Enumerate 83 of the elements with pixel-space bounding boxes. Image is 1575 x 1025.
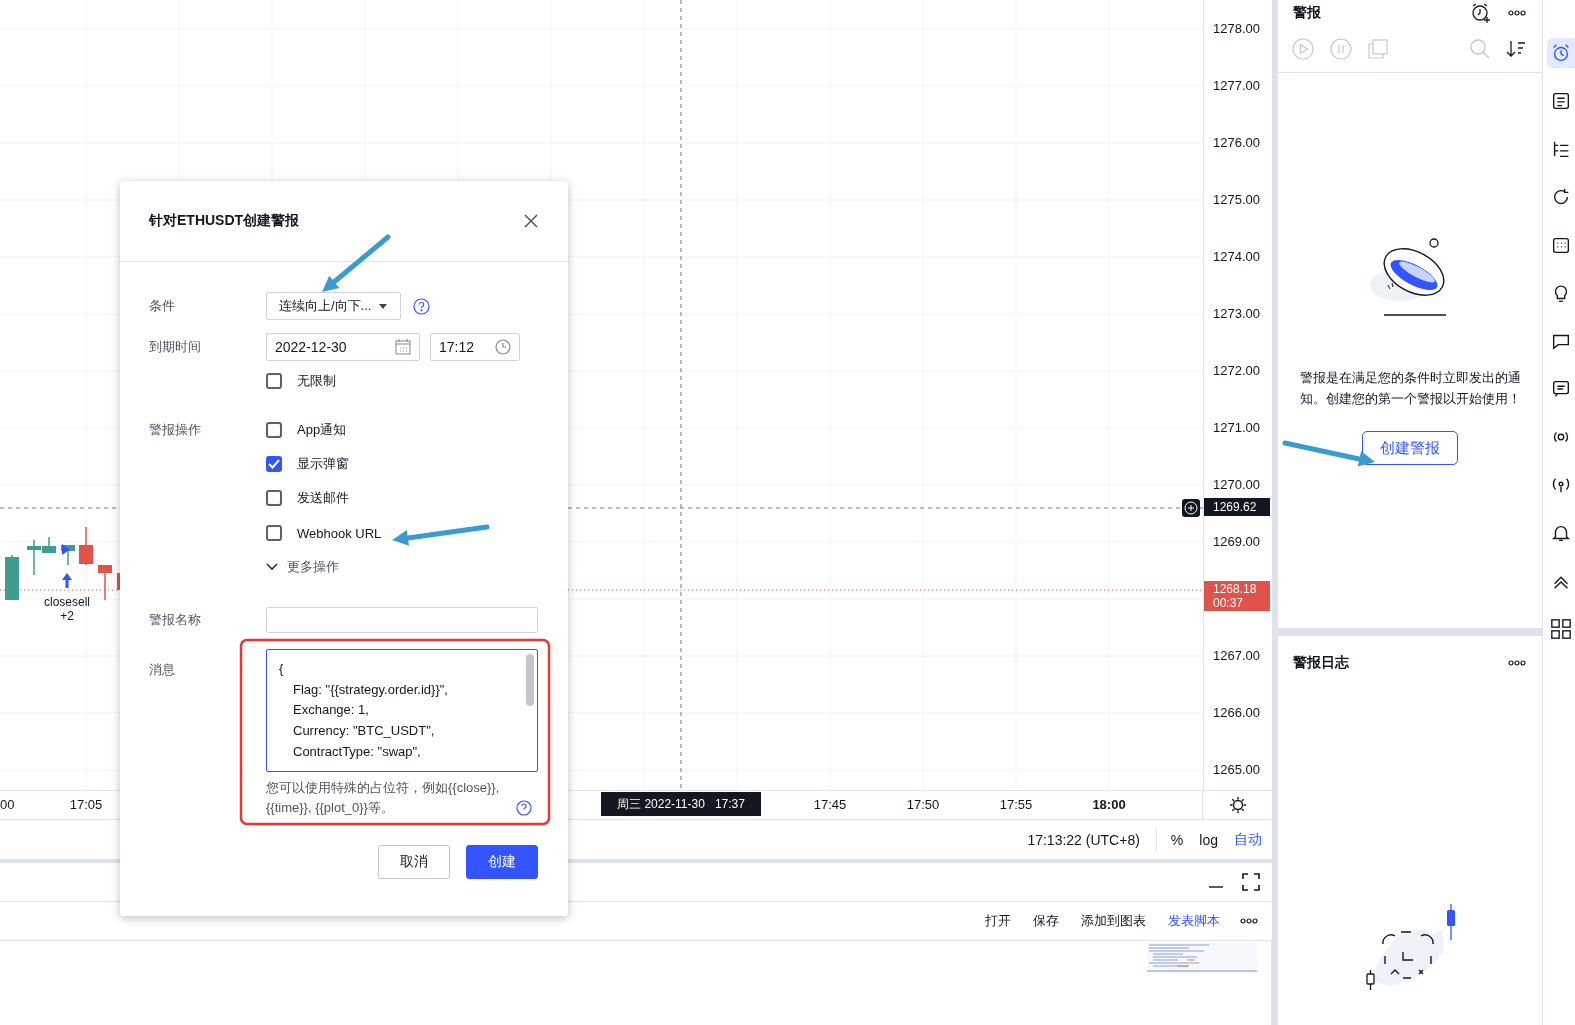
checkbox[interactable] bbox=[266, 456, 282, 472]
fullscreen-icon[interactable] bbox=[1242, 873, 1260, 891]
time-label: 17:45 bbox=[813, 797, 847, 812]
price-label: 1277.00 bbox=[1213, 78, 1260, 93]
condition-dropdown[interactable]: 连续向上/向下... bbox=[266, 292, 401, 320]
scale-toggle[interactable]: % bbox=[1168, 831, 1186, 848]
checkbox-label: App通知 bbox=[297, 421, 347, 439]
empty-message: 警报是在满足您的条件时立即发出的通知。创建您的第一个警报以开始使用！ bbox=[1298, 369, 1522, 408]
price-label: 1275.00 bbox=[1213, 192, 1260, 207]
crosshair-time: 周三 2022-11-30 17:37 bbox=[601, 792, 761, 816]
panel-title: 警报 bbox=[1293, 4, 1322, 22]
close-icon[interactable] bbox=[524, 214, 538, 228]
field-label: 到期时间 bbox=[149, 338, 202, 356]
price-label: 1270.00 bbox=[1213, 477, 1260, 492]
field-label: 警报名称 bbox=[149, 611, 202, 629]
more-icon[interactable] bbox=[1508, 10, 1527, 16]
list-icon bbox=[1550, 90, 1572, 112]
editor-action[interactable]: 添加到图表 bbox=[1071, 912, 1156, 930]
chevron-down-icon bbox=[266, 563, 278, 571]
signal-label: closesell bbox=[44, 595, 90, 609]
more-icon[interactable] bbox=[1240, 918, 1258, 924]
time-label: 18:00 bbox=[1092, 797, 1126, 812]
countdown: 00:37 bbox=[1213, 596, 1245, 610]
crosshair-price: 1269.62 bbox=[1204, 498, 1270, 516]
price-label: 1265.00 bbox=[1213, 762, 1260, 777]
time-label: 17:05 bbox=[69, 797, 103, 812]
signal-arrow-icon bbox=[62, 573, 72, 588]
checkbox[interactable] bbox=[266, 373, 282, 389]
price-label: 1266.00 bbox=[1213, 705, 1260, 720]
checkbox-label: 显示弹窗 bbox=[297, 455, 349, 473]
clock-text: 17:13:22 (UTC+8) bbox=[1027, 831, 1140, 848]
price-label: 1271.00 bbox=[1213, 420, 1260, 435]
scale-toggle[interactable]: log bbox=[1197, 831, 1220, 848]
checkbox[interactable] bbox=[266, 422, 282, 438]
alert-name-field[interactable] bbox=[266, 607, 538, 633]
last-price: 1268.18 bbox=[1213, 582, 1258, 596]
checkbox[interactable] bbox=[266, 490, 282, 506]
sort-icon[interactable] bbox=[1506, 40, 1527, 58]
caret-icon bbox=[379, 303, 388, 309]
price-label: 1274.00 bbox=[1213, 249, 1260, 264]
dialog-button[interactable]: 取消 bbox=[378, 845, 450, 879]
settings-icon[interactable] bbox=[1228, 796, 1247, 814]
signal-triangle-icon bbox=[62, 544, 70, 555]
panel-title: 警报日志 bbox=[1293, 654, 1350, 672]
field-label: 条件 bbox=[149, 297, 176, 315]
more-icon[interactable] bbox=[1508, 660, 1527, 666]
time-label: 17:50 bbox=[906, 797, 940, 812]
signal-count: +2 bbox=[60, 609, 74, 623]
crosshair-add-icon[interactable] bbox=[1182, 499, 1200, 517]
scale-toggle[interactable]: 自动 bbox=[1232, 830, 1264, 849]
message-field[interactable]: { Flag: "{{strategy.order.id}}", Exchange: 1, Currency: "BTC_USDT", ContractType: "swap", bbox=[266, 649, 538, 772]
price-label: 1269.00 bbox=[1213, 534, 1260, 549]
checkbox-label: Webhook URL bbox=[297, 525, 382, 541]
field-label: 消息 bbox=[149, 661, 176, 679]
create-alert-button[interactable]: 创建警报 bbox=[1362, 431, 1459, 465]
checkbox-label: 无限制 bbox=[297, 372, 336, 390]
price-label: 1273.00 bbox=[1213, 306, 1260, 321]
help-icon[interactable] bbox=[413, 297, 430, 315]
field-label: 警报操作 bbox=[149, 422, 201, 437]
hint-text: 您可以使用特殊的占位符，例如{{close}}, {{time}}, {{plot_0}}等。 bbox=[266, 779, 501, 817]
editor-action[interactable]: 保存 bbox=[1023, 912, 1069, 930]
clock-icon bbox=[495, 339, 511, 355]
help-icon[interactable] bbox=[516, 800, 532, 816]
editor-action[interactable]: 打开 bbox=[975, 912, 1021, 930]
annotation-arrow bbox=[322, 234, 391, 292]
price-label: 1267.00 bbox=[1213, 648, 1260, 663]
editor-action[interactable]: 发表脚本 bbox=[1158, 912, 1230, 930]
add-alarm-icon[interactable] bbox=[1470, 2, 1493, 24]
price-label: 1278.00 bbox=[1213, 21, 1260, 36]
price-label: 1276.00 bbox=[1213, 135, 1260, 150]
price-label: 1272.00 bbox=[1213, 363, 1260, 378]
more-actions-toggle[interactable]: 更多操作 bbox=[266, 558, 339, 576]
scrollbar[interactable] bbox=[526, 654, 534, 706]
checkbox-label: 发送邮件 bbox=[297, 489, 349, 507]
grid-icon bbox=[1550, 618, 1572, 640]
time-label: 00 bbox=[0, 797, 15, 812]
checkbox[interactable] bbox=[266, 525, 282, 541]
time-label: 17:55 bbox=[999, 797, 1033, 812]
date-field[interactable]: 2022-12-30 bbox=[266, 333, 420, 361]
calendar-icon bbox=[395, 339, 411, 355]
dialog-title: 针对ETHUSDT创建警报 bbox=[149, 212, 300, 230]
time-field[interactable]: 17:12 bbox=[430, 333, 520, 361]
dialog-button[interactable]: 创建 bbox=[466, 845, 538, 879]
